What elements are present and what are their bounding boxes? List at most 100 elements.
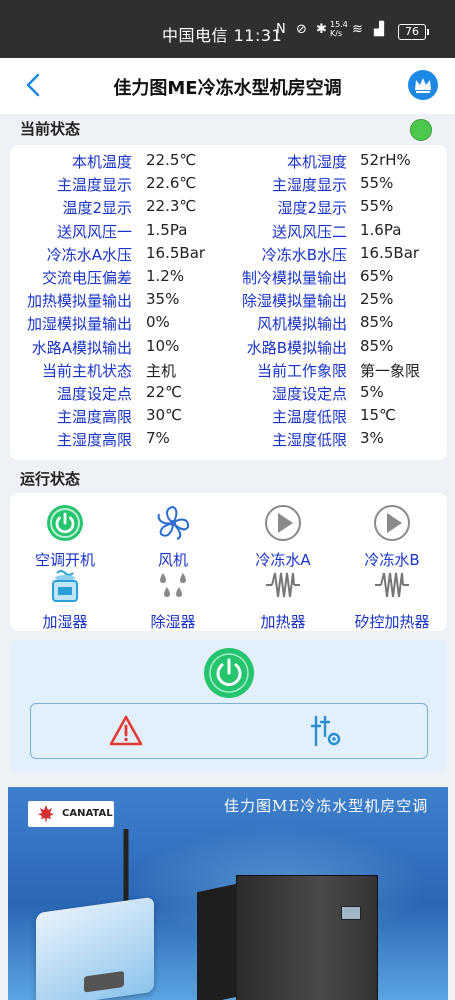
iot-gateway-device	[36, 896, 154, 1000]
status-value: 主机	[146, 361, 177, 380]
control-actions-box	[30, 703, 428, 759]
status-label: 本机湿度	[286, 153, 347, 171]
status-value: 15℃	[360, 406, 396, 425]
control-panel	[10, 640, 447, 772]
status-label: 除湿模拟量输出	[241, 292, 347, 311]
status-label: 加热模拟量输出	[26, 292, 132, 311]
status-label: 本机温度	[71, 153, 132, 171]
status-row: 当前主机状态 主机 当前工作象限 第一象限	[10, 360, 447, 383]
status-label: 风机模拟输出	[256, 315, 347, 334]
logo-text: CANATAL	[62, 808, 113, 819]
section-title-run-status: 运行状态	[20, 470, 81, 488]
run-item-fan: 风机	[118, 503, 228, 570]
status-value: 85%	[360, 313, 394, 332]
status-value: 0%	[146, 313, 170, 332]
maple-leaf-icon	[38, 805, 54, 823]
status-value: 3%	[360, 429, 384, 448]
status-value: 1.2%	[146, 267, 185, 285]
status-label: 水路B模拟输出	[246, 338, 347, 357]
run-item-label: 除湿器	[150, 613, 196, 631]
status-value: 22℃	[146, 383, 182, 401]
status-label: 主温度高限	[56, 408, 132, 427]
status-label: 水路A模拟输出	[31, 338, 132, 357]
status-value: 10%	[146, 336, 180, 355]
status-value: 65%	[360, 267, 394, 285]
status-row: 温度设定点 22℃ 湿度设定点 5%	[10, 383, 447, 406]
power-button[interactable]	[204, 648, 254, 698]
status-value: 16.5Bar	[146, 243, 206, 262]
status-label: 冷冻水A水压	[46, 245, 132, 264]
run-item-dehumidifier: 除湿器	[118, 565, 228, 632]
status-row: 加湿模拟量输出 0% 风机模拟输出 85%	[10, 313, 447, 336]
canatal-logo: CANATAL	[28, 801, 114, 827]
run-item-label: 加湿器	[42, 613, 88, 631]
status-value: 22.3℃	[146, 197, 197, 216]
play-icon	[374, 505, 410, 541]
humidifier-icon	[52, 570, 78, 602]
power-on-icon	[47, 505, 83, 541]
network-speed: 15.4 K/s	[330, 20, 348, 38]
dehumidifier-icon	[160, 573, 186, 597]
carrier-time: 中国电信 11:31	[162, 26, 283, 45]
vip-crown-button[interactable]	[408, 70, 438, 100]
status-label: 湿度2显示	[277, 199, 347, 218]
status-label: 主湿度显示	[271, 176, 347, 195]
status-value: 55%	[360, 197, 394, 216]
status-label: 冷冻水B水压	[261, 245, 347, 264]
status-row: 送风风压一 1.5Pa 送风风压二 1.6Pa	[10, 221, 447, 244]
status-label: 湿度设定点	[271, 385, 347, 403]
status-value: 22.5℃	[146, 151, 197, 169]
alarm-warning-icon[interactable]	[109, 714, 143, 748]
status-value: 1.6Pa	[360, 220, 402, 239]
status-label: 当前主机状态	[41, 361, 132, 380]
page-title: 佳力图ME冷冻水型机房空调	[113, 78, 342, 99]
status-value: 16.5Bar	[360, 243, 420, 262]
status-value: 55%	[360, 174, 394, 193]
silent-icon: ⊘	[296, 22, 307, 37]
banner-title: 佳力图ME冷冻水型机房空调	[224, 797, 429, 815]
heater-icon	[266, 572, 300, 598]
status-value: 30℃	[146, 406, 182, 425]
run-item-ac-on: 空调开机	[10, 503, 120, 570]
status-label: 温度2显示	[62, 199, 132, 218]
status-bar: 中国电信 11:31 N ⊘ ✱ 15.4 K/s ≋ ▟ 76	[0, 0, 455, 58]
status-label: 加湿模拟量输出	[26, 315, 132, 334]
status-value: 5%	[360, 383, 384, 401]
status-label: 主湿度高限	[56, 431, 132, 450]
status-label: 送风风压一	[56, 222, 132, 241]
status-value: 25%	[360, 290, 394, 309]
signal-icon: ▟	[374, 22, 384, 37]
heater-icon	[375, 572, 409, 598]
run-item-heater: 加热器	[228, 565, 338, 632]
run-item-scr-heater: 矽控加热器	[337, 565, 447, 632]
status-row: 交流电压偏差 1.2% 制冷模拟量输出 65%	[10, 267, 447, 290]
status-value: 第一象限	[360, 361, 421, 380]
status-label: 交流电压偏差	[41, 269, 132, 287]
status-value: 7%	[146, 429, 170, 448]
run-item-label: 矽控加热器	[354, 613, 430, 631]
status-values-card: 本机温度 22.5℃ 本机湿度 52rH% 主温度显示 22.6℃ 主湿度显示 55% 温度2显…	[10, 145, 447, 460]
status-label: 主温度显示	[56, 176, 132, 195]
product-banner: 佳力图ME冷冻水型机房空调 CANATAL	[8, 787, 448, 1000]
ac-cabinet-unit	[197, 875, 378, 1000]
status-value: 85%	[360, 336, 394, 355]
status-row: 主温度显示 22.6℃ 主湿度显示 55%	[10, 174, 447, 197]
status-row: 主湿度高限 7% 主湿度低限 3%	[10, 429, 447, 452]
status-label: 主温度低限	[271, 408, 347, 427]
online-status-led	[410, 119, 432, 141]
cabinet-display	[341, 906, 361, 920]
run-item-chilled-water-a: 冷冻水A	[228, 503, 338, 570]
battery-indicator: 76	[398, 24, 429, 40]
status-label: 制冷模拟量输出	[241, 269, 347, 287]
cabinet-side-panel	[197, 883, 237, 1000]
settings-sliders-icon[interactable]	[309, 714, 343, 748]
run-item-chilled-water-b: 冷冻水B	[337, 503, 447, 570]
status-label: 当前工作象限	[256, 361, 347, 380]
status-row: 加热模拟量输出 35% 除湿模拟量输出 25%	[10, 290, 447, 313]
run-item-humidifier: 加湿器	[10, 565, 120, 632]
status-label: 温度设定点	[56, 385, 132, 403]
status-row: 本机温度 22.5℃ 本机湿度 52rH%	[10, 151, 447, 174]
app-bar: 佳力图ME冷冻水型机房空调	[0, 58, 455, 114]
status-row: 冷冻水A水压 16.5Bar 冷冻水B水压 16.5Bar	[10, 244, 447, 267]
fan-icon	[157, 505, 190, 540]
